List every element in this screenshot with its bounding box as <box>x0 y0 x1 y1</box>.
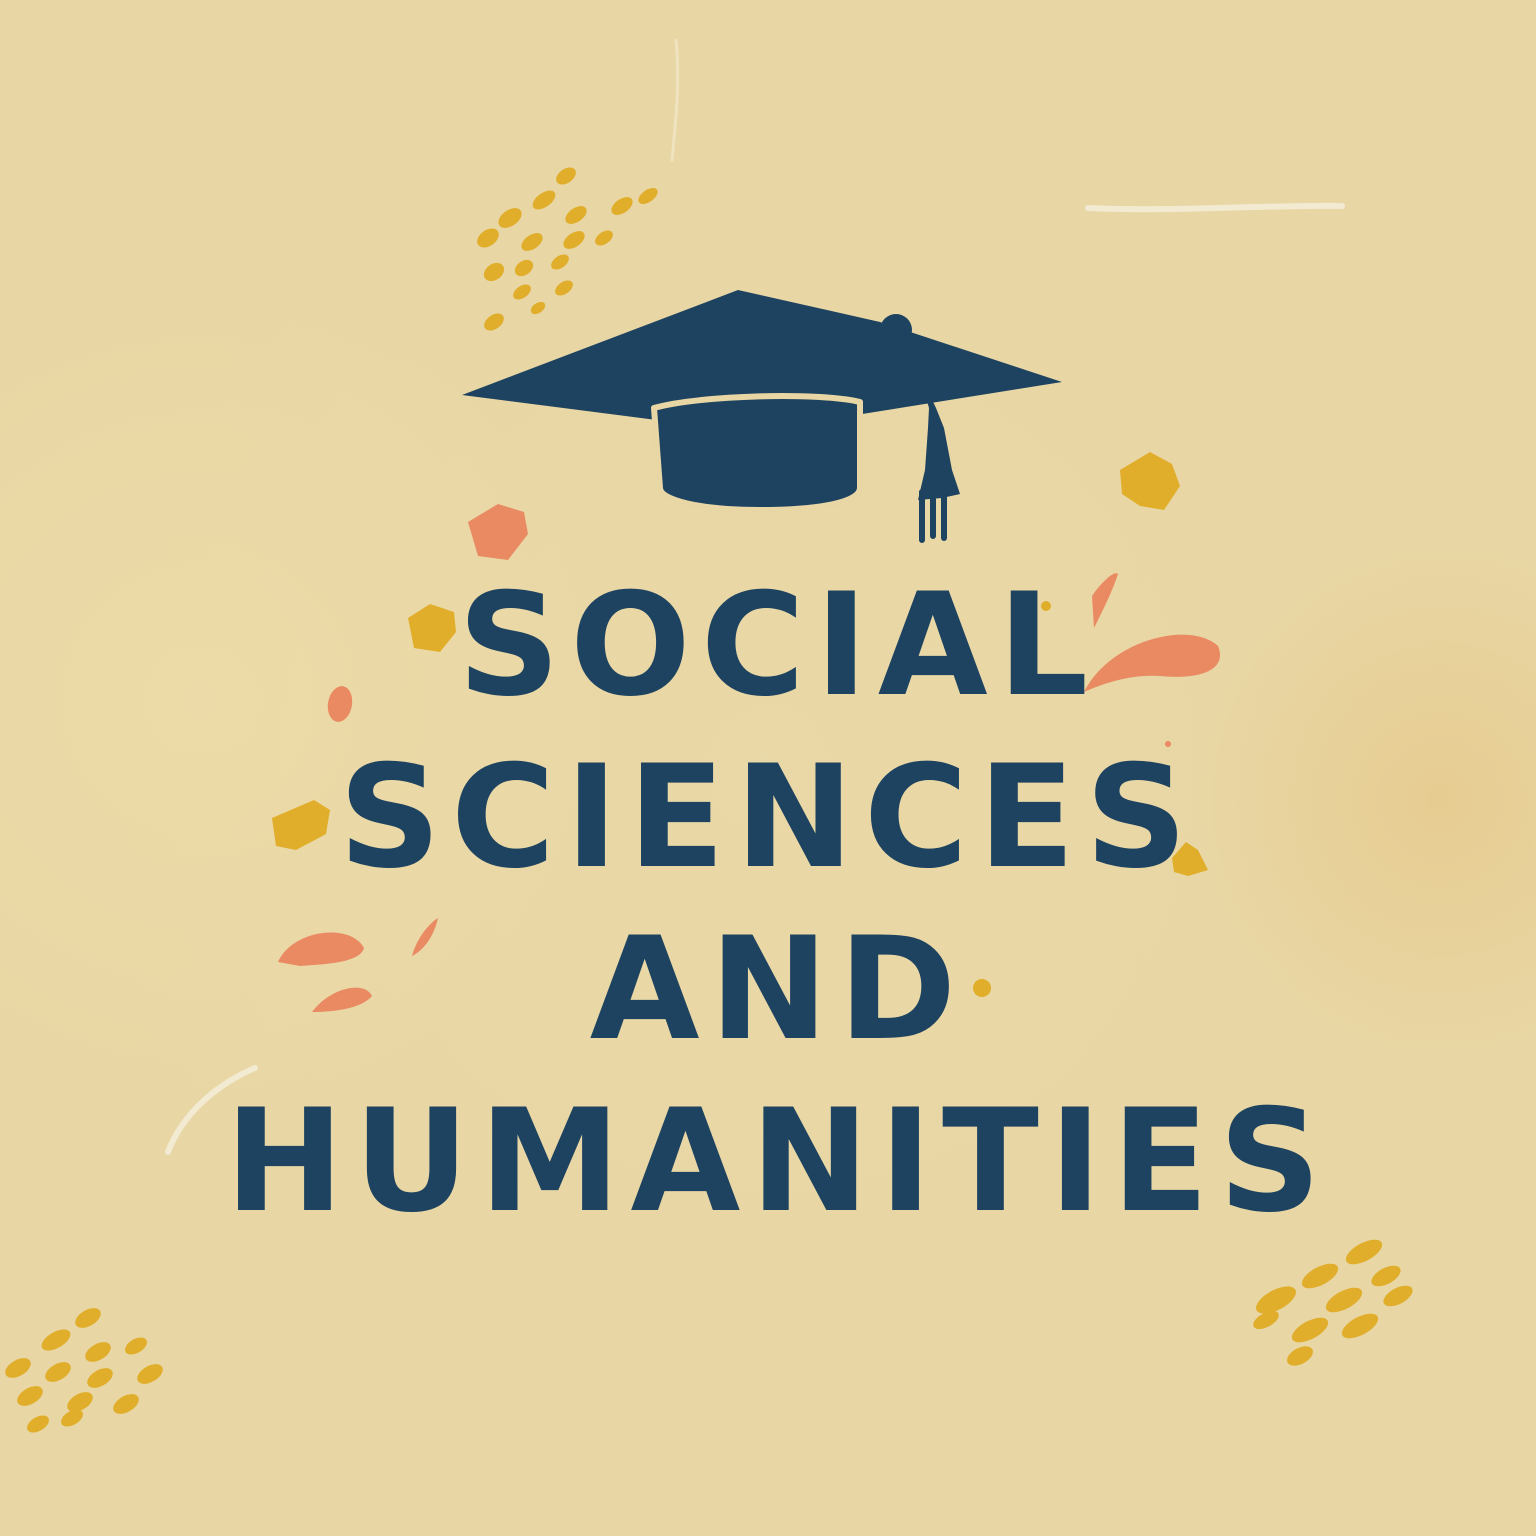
mustard-dash-cluster-top-left <box>477 167 658 331</box>
mustard-dash-cluster-bottom-left <box>5 1308 163 1433</box>
title-line-and: AND <box>589 907 967 1072</box>
title-line-social: SOCIAL <box>457 563 1099 728</box>
graduation-cap-icon <box>462 290 1062 543</box>
title-line-sciences: SCIENCES <box>338 735 1198 900</box>
page-title: SOCIAL SCIENCES AND HUMANITIES <box>0 560 1536 1248</box>
mustard-dash-cluster-bottom-right <box>1253 1239 1413 1366</box>
title-line-humanities: HUMANITIES <box>225 1079 1331 1244</box>
